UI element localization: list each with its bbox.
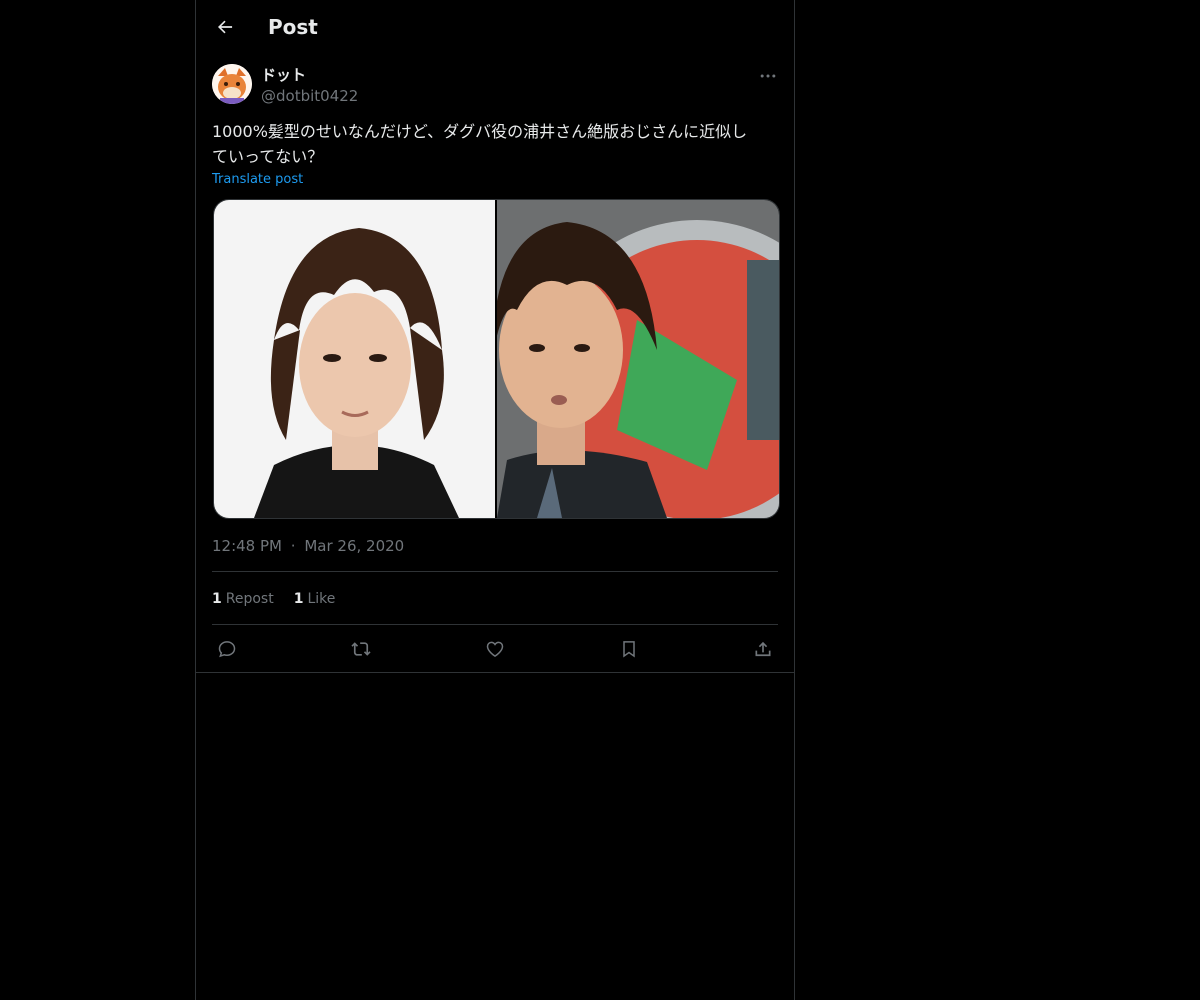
bookmark-button[interactable] bbox=[614, 634, 644, 664]
post-text: 1000%髪型のせいなんだけど、ダグバ役の浦井さん絶版おじさんに近似し ていって… bbox=[212, 122, 748, 166]
translate-post-link[interactable]: Translate post bbox=[212, 171, 303, 189]
author-handle[interactable]: @dotbit0422 bbox=[261, 86, 358, 106]
media-image-left[interactable] bbox=[214, 200, 495, 518]
post-timestamp[interactable]: 12:48 PM · Mar 26, 2020 bbox=[212, 536, 404, 556]
tv-still-photo bbox=[492, 200, 779, 518]
divider bbox=[212, 624, 778, 625]
reply-button[interactable] bbox=[212, 634, 242, 664]
post-bottom-border bbox=[196, 672, 794, 673]
author-display-name[interactable]: ドット bbox=[261, 65, 306, 85]
post-stats: 1 Repost 1 Like bbox=[212, 589, 335, 609]
portrait-photo bbox=[214, 200, 495, 518]
likes-label: Like bbox=[307, 591, 336, 607]
post-media[interactable] bbox=[213, 199, 780, 519]
reposts-stat[interactable]: 1 Repost bbox=[212, 589, 274, 609]
avatar-image bbox=[212, 64, 252, 104]
back-button[interactable] bbox=[208, 10, 242, 44]
reply-icon bbox=[218, 641, 236, 658]
post-time: 12:48 PM bbox=[212, 537, 282, 555]
post-date: Mar 26, 2020 bbox=[304, 537, 405, 555]
bookmark-icon bbox=[623, 641, 635, 658]
timestamp-separator: · bbox=[290, 537, 296, 555]
arrow-left-icon bbox=[218, 20, 233, 34]
likes-stat[interactable]: 1 Like bbox=[294, 589, 336, 609]
media-image-right[interactable] bbox=[492, 200, 779, 518]
heart-icon bbox=[486, 641, 504, 657]
avatar[interactable] bbox=[212, 64, 252, 104]
divider bbox=[212, 571, 778, 572]
top-bar: Post bbox=[196, 0, 794, 53]
reposts-count: 1 bbox=[212, 591, 222, 607]
post-column: Post ドット @dotbit0422 1000%髪型のせいなんだけど、ダグバ… bbox=[195, 0, 795, 1000]
more-horizontal-icon bbox=[760, 74, 776, 78]
action-bar bbox=[212, 634, 778, 664]
repost-icon bbox=[351, 642, 371, 656]
more-options-button[interactable] bbox=[754, 62, 782, 90]
repost-button[interactable] bbox=[346, 634, 376, 664]
like-button[interactable] bbox=[480, 634, 510, 664]
likes-count: 1 bbox=[293, 591, 304, 607]
reposts-label: Repost bbox=[225, 591, 274, 607]
share-icon bbox=[755, 641, 771, 657]
share-button[interactable] bbox=[748, 634, 778, 664]
page-title: Post bbox=[268, 15, 318, 39]
